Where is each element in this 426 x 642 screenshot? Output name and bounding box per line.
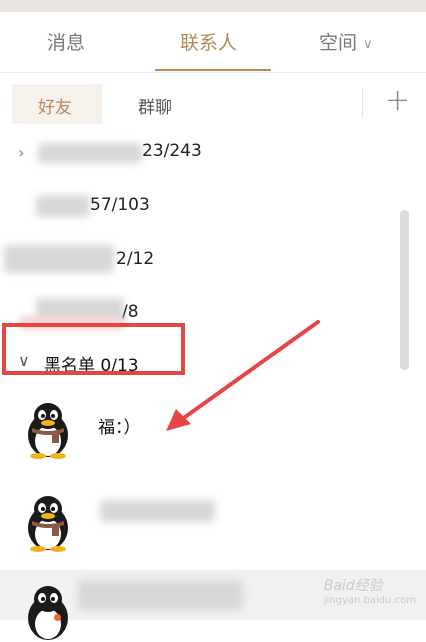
watermark-text: Baid经验 bbox=[323, 578, 383, 594]
annotation-arrow bbox=[166, 320, 320, 431]
watermark-url: jingyan.baidu.com bbox=[323, 595, 416, 606]
watermark: Baid经验 jingyan.baidu.com bbox=[324, 575, 416, 606]
